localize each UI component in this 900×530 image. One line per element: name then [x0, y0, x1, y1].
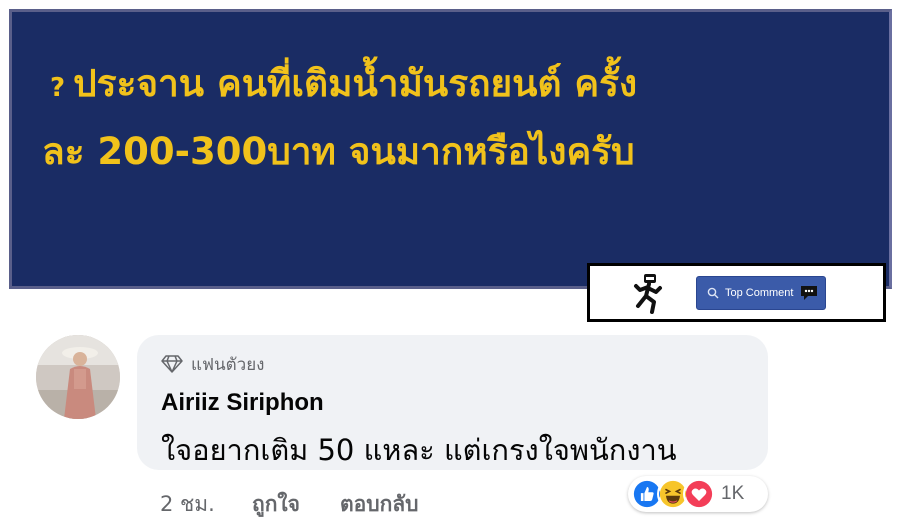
chat-bubble-icon — [801, 286, 817, 300]
diamond-icon — [161, 355, 183, 373]
banner-line-1: ? ประจาน คนที่เติมน้ำมันรถยนต์ ครั้ง — [42, 52, 862, 120]
comment-actions: 2 ชม. ถูกใจ ตอบกลับ — [160, 487, 419, 521]
avatar-photo — [36, 335, 120, 419]
runner-icon — [634, 274, 662, 314]
question-mark-icon: ? — [50, 73, 66, 103]
top-comment-overlay: Top Comment — [587, 263, 886, 322]
comment-timestamp[interactable]: 2 ชม. — [160, 488, 252, 521]
reactions-summary[interactable]: 1K — [628, 476, 768, 512]
like-link[interactable]: ถูกใจ — [252, 488, 340, 521]
search-icon — [707, 287, 719, 299]
question-banner: ? ประจาน คนที่เติมน้ำมันรถยนต์ ครั้ง ละ 2… — [9, 9, 892, 289]
love-reaction-icon — [683, 478, 715, 510]
fan-badge-label: แฟนตัวยง — [191, 354, 265, 375]
comment-text: ใจอยากเติม 50 แหละ แต่เกรงใจพนักงาน — [161, 433, 677, 467]
comment-author[interactable]: Airiiz Siriphon — [161, 389, 324, 417]
top-comment-label: Top Comment — [725, 287, 794, 299]
banner-line-2: ละ 200-300บาท จนมากหรือไงครับ — [42, 130, 635, 173]
banner-line-1-text: ประจาน คนที่เติมน้ำมันรถยนต์ ครั้ง — [73, 62, 638, 105]
banner-text: ? ประจาน คนที่เติมน้ำมันรถยนต์ ครั้ง ละ 2… — [42, 52, 862, 184]
reaction-count: 1K — [721, 483, 745, 504]
reply-link[interactable]: ตอบกลับ — [340, 488, 419, 521]
top-comment-button[interactable]: Top Comment — [696, 276, 826, 310]
top-fan-badge[interactable]: แฟนตัวยง — [161, 351, 264, 377]
avatar[interactable] — [36, 335, 120, 419]
comment-bubble: แฟนตัวยง Airiiz Siriphon ใจอยากเติม 50 แ… — [137, 335, 768, 470]
